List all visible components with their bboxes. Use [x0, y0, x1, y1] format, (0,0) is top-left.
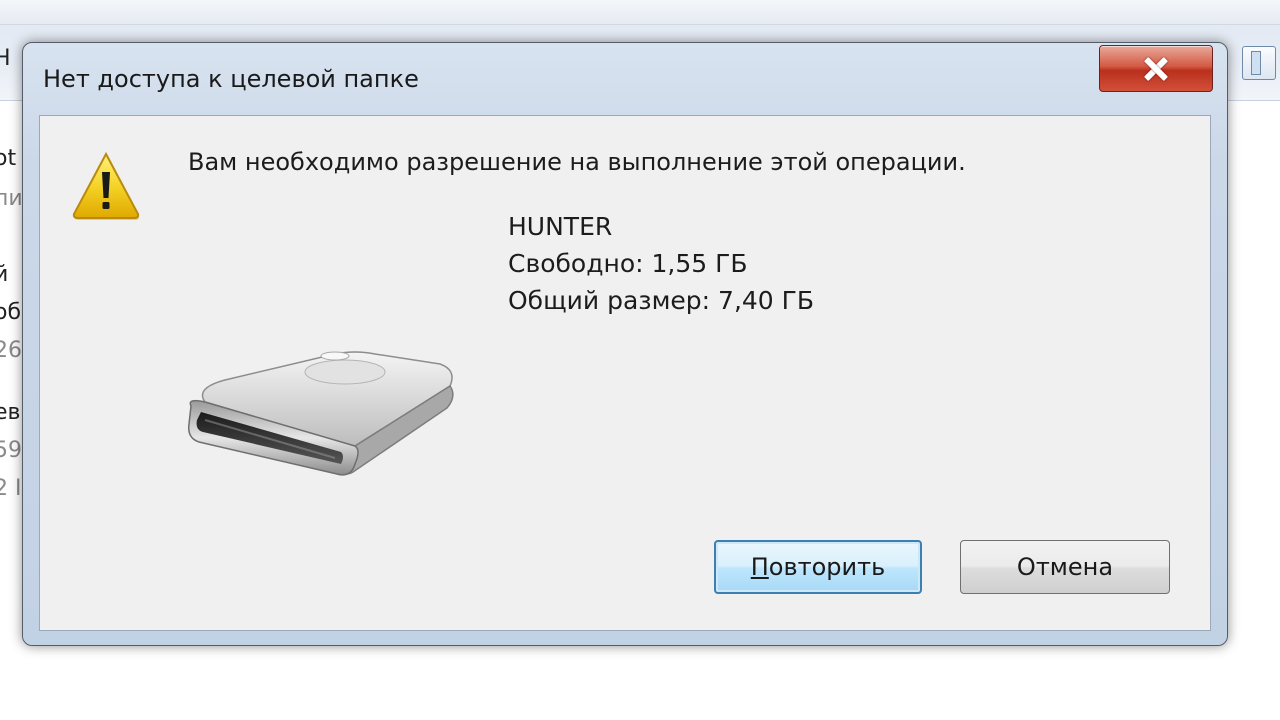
retry-label: овторить	[768, 553, 886, 581]
dialog-content: Вам необходимо разрешение на выполнение …	[39, 115, 1211, 631]
background-text-fragment: Н	[0, 46, 11, 71]
background-text-fragment: ot	[0, 146, 17, 171]
retry-accelerator: П	[750, 553, 769, 581]
drive-free-space: Свободно: 1,55 ГБ	[508, 249, 748, 278]
removable-drive-icon	[187, 351, 454, 476]
background-text-fragment: й	[0, 262, 9, 287]
background-top-strip	[0, 0, 1280, 25]
drive-info: HUNTER Свободно: 1,55 ГБ Общий размер: 7…	[508, 208, 814, 319]
drive-total-size: Общий размер: 7,40 ГБ	[508, 286, 815, 315]
warning-icon	[72, 151, 140, 220]
access-denied-dialog: Нет доступа к целевой папке Вам необходи…	[22, 42, 1228, 646]
retry-button[interactable]: Повторить	[714, 540, 922, 594]
cancel-button[interactable]: Отмена	[960, 540, 1170, 594]
main-instruction: Вам необходимо разрешение на выполнение …	[188, 148, 966, 176]
dialog-title: Нет доступа к целевой папке	[43, 65, 419, 93]
background-text-fragment: об	[0, 300, 22, 325]
close-icon	[1141, 54, 1171, 84]
close-button[interactable]	[1099, 45, 1213, 92]
background-text-fragment: 26	[0, 338, 22, 363]
background-text-fragment: 59	[0, 438, 22, 463]
background-text-fragment: ев	[0, 400, 21, 425]
background-text-fragment: 2 I	[0, 476, 22, 501]
drive-name: HUNTER	[508, 212, 613, 241]
background-text-fragment: пи	[0, 186, 23, 211]
view-pane-icon[interactable]	[1242, 46, 1276, 80]
